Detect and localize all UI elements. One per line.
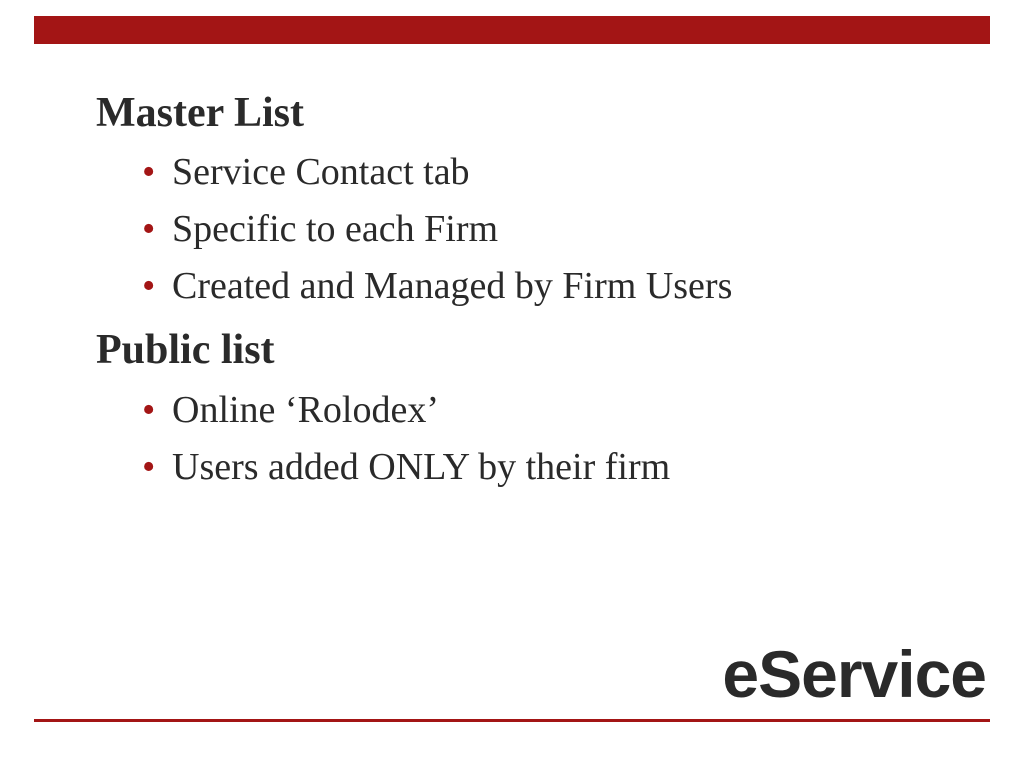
slide-content: Master List Service Contact tab Specific… [96,88,964,506]
bottom-accent-rule [34,719,990,722]
section-heading: Master List [96,88,964,138]
bullet-list: Online ‘Rolodex’ Users added ONLY by the… [142,382,964,496]
top-accent-bar [34,16,990,44]
section-heading: Public list [96,325,964,375]
list-item: Service Contact tab [142,144,964,201]
bullet-list: Service Contact tab Specific to each Fir… [142,144,964,315]
list-item: Users added ONLY by their firm [142,439,964,496]
list-item: Created and Managed by Firm Users [142,258,964,315]
list-item: Online ‘Rolodex’ [142,382,964,439]
list-item: Specific to each Firm [142,201,964,258]
slide-title: eService [722,636,986,712]
